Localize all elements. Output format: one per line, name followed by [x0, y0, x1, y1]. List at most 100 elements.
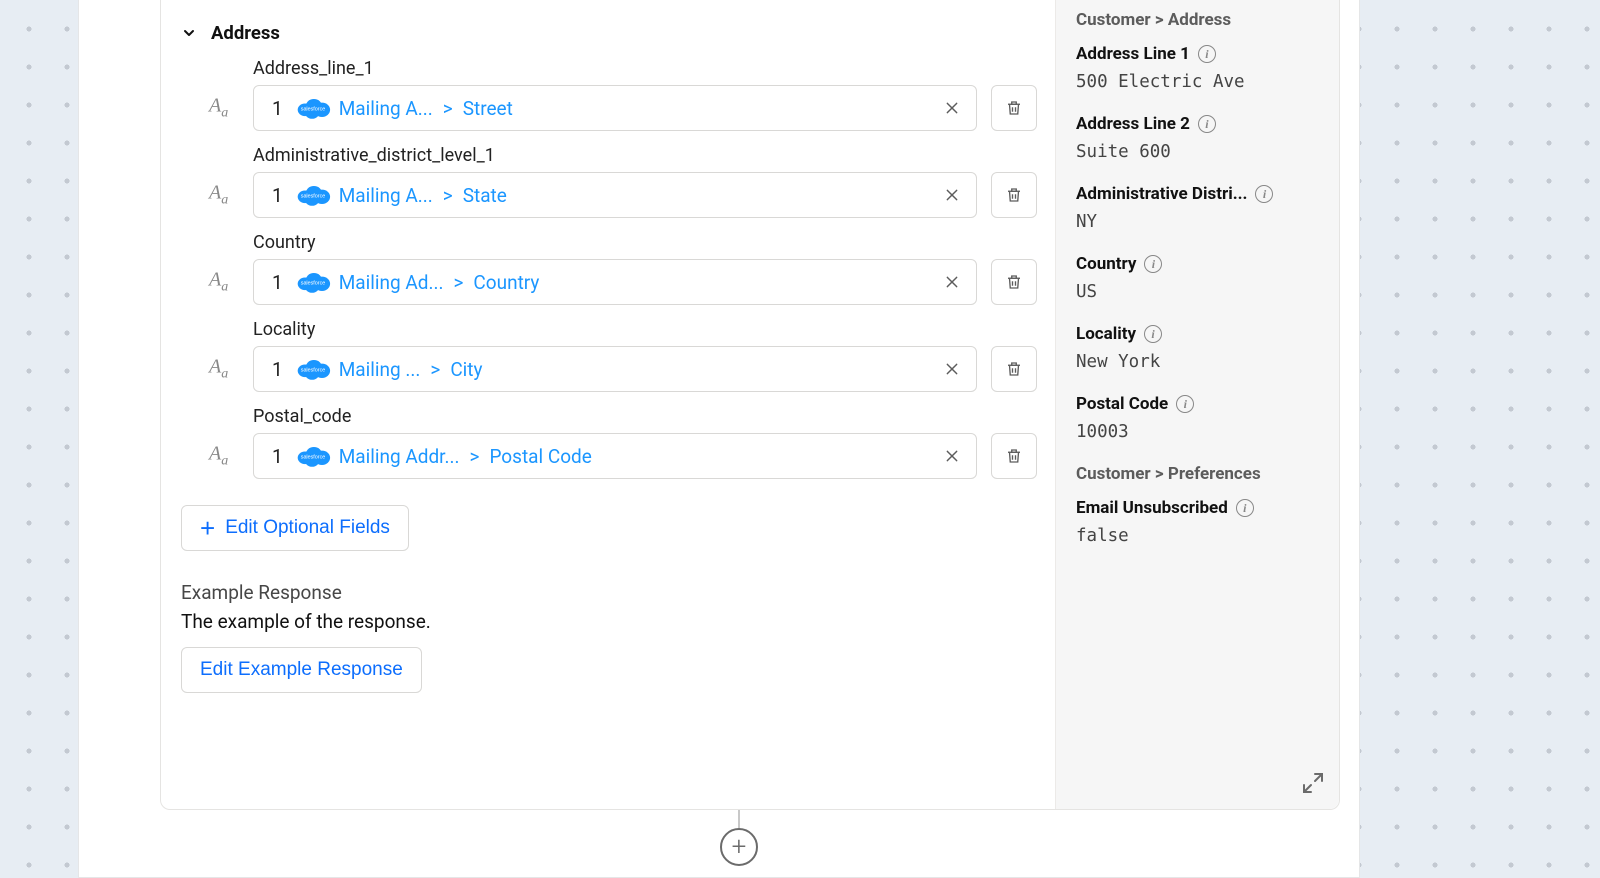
- preview-value: false: [1076, 526, 1319, 546]
- clear-mapping-button[interactable]: [938, 268, 966, 296]
- svg-text:salesforce: salesforce: [300, 107, 325, 113]
- edit-optional-label: Edit Optional Fields: [225, 517, 390, 539]
- field-label: Postal_code: [253, 406, 1037, 427]
- edit-example-label: Edit Example Response: [200, 659, 403, 681]
- preview-value: 10003: [1076, 422, 1319, 442]
- preview-label: Address Line 2: [1076, 114, 1190, 134]
- mapping-target: State: [463, 184, 507, 207]
- field-row: Aa 1 salesforce Mailing A... > State: [253, 172, 1037, 218]
- svg-text:salesforce: salesforce: [300, 194, 325, 200]
- salesforce-icon: salesforce: [295, 270, 331, 294]
- chevron-down-icon: [181, 25, 197, 41]
- mapping-target: Street: [463, 97, 513, 120]
- salesforce-icon: salesforce: [295, 96, 331, 120]
- clear-mapping-button[interactable]: [938, 355, 966, 383]
- salesforce-icon: salesforce: [295, 444, 331, 468]
- clear-mapping-button[interactable]: [938, 94, 966, 122]
- field-block: Country Aa 1 salesforce Mailing Ad... > …: [253, 232, 1037, 305]
- mapping-source: Mailing A...: [339, 184, 433, 207]
- preview-value: NY: [1076, 212, 1319, 232]
- expand-panel-button[interactable]: [1301, 771, 1325, 795]
- field-label: Address_line_1: [253, 58, 1037, 79]
- field-block: Administrative_district_level_1 Aa 1 sal…: [253, 145, 1037, 218]
- preview-label: Administrative Distri...: [1076, 184, 1247, 204]
- mapping-target: City: [450, 358, 482, 381]
- chevron-right-icon: >: [441, 97, 455, 120]
- field-row: Aa 1 salesforce Mailing ... > City: [253, 346, 1037, 392]
- preview-field-row: Address Line 1 i: [1076, 44, 1319, 64]
- chevron-right-icon: >: [451, 271, 465, 294]
- preview-field-row: Email Unsubscribed i: [1076, 498, 1319, 518]
- preview-field-row: Locality i: [1076, 324, 1319, 344]
- text-type-icon: Aa: [209, 356, 228, 383]
- mapping-input[interactable]: 1 salesforce Mailing Addr... > Postal Co…: [253, 433, 977, 479]
- edit-optional-fields-button[interactable]: + Edit Optional Fields: [181, 505, 409, 551]
- field-block: Address_line_1 Aa 1 salesforce Mailing A…: [253, 58, 1037, 131]
- info-icon[interactable]: i: [1255, 185, 1273, 203]
- field-block: Locality Aa 1 salesforce Mailing ... > C…: [253, 319, 1037, 392]
- field-label: Country: [253, 232, 1037, 253]
- mapping-target: Country: [473, 271, 539, 294]
- preview-field-row: Address Line 2 i: [1076, 114, 1319, 134]
- mapping-source: Mailing Addr...: [339, 445, 460, 468]
- text-type-icon: Aa: [209, 182, 228, 209]
- info-icon[interactable]: i: [1144, 255, 1162, 273]
- preview-label: Email Unsubscribed: [1076, 498, 1228, 518]
- info-icon[interactable]: i: [1198, 115, 1216, 133]
- section-title: Address: [211, 22, 280, 44]
- mapping-input[interactable]: 1 salesforce Mailing ... > City: [253, 346, 977, 392]
- mapping-left-pane: Address Address_line_1 Aa 1 salesforce M…: [161, 0, 1055, 809]
- section-header[interactable]: Address: [181, 22, 1037, 44]
- preview-label: Country: [1076, 254, 1136, 274]
- salesforce-icon: salesforce: [295, 357, 331, 381]
- preview-field-row: Country i: [1076, 254, 1319, 274]
- add-node-button[interactable]: +: [720, 828, 758, 866]
- field-label: Administrative_district_level_1: [253, 145, 1037, 166]
- example-heading: Example Response: [181, 581, 1037, 604]
- preview-breadcrumb: Customer > Preferences: [1076, 464, 1319, 484]
- field-block: Postal_code Aa 1 salesforce Mailing Addr…: [253, 406, 1037, 479]
- field-row: Aa 1 salesforce Mailing A... > Street: [253, 85, 1037, 131]
- delete-field-button[interactable]: [991, 259, 1037, 305]
- mapping-card: Address Address_line_1 Aa 1 salesforce M…: [160, 0, 1340, 810]
- mapping-index: 1: [264, 97, 287, 120]
- clear-mapping-button[interactable]: [938, 181, 966, 209]
- field-row: Aa 1 salesforce Mailing Addr... > Postal…: [253, 433, 1037, 479]
- mapping-index: 1: [264, 184, 287, 207]
- text-type-icon: Aa: [209, 443, 228, 470]
- connector-line: [738, 810, 740, 828]
- preview-value: New York: [1076, 352, 1319, 372]
- mapping-source: Mailing ...: [339, 358, 421, 381]
- example-desc: The example of the response.: [181, 610, 1037, 633]
- mapping-input[interactable]: 1 salesforce Mailing Ad... > Country: [253, 259, 977, 305]
- mapping-index: 1: [264, 445, 287, 468]
- preview-value: Suite 600: [1076, 142, 1319, 162]
- delete-field-button[interactable]: [991, 85, 1037, 131]
- clear-mapping-button[interactable]: [938, 442, 966, 470]
- info-icon[interactable]: i: [1176, 395, 1194, 413]
- delete-field-button[interactable]: [991, 346, 1037, 392]
- text-type-icon: Aa: [209, 95, 228, 122]
- preview-label: Address Line 1: [1076, 44, 1190, 64]
- edit-example-response-button[interactable]: Edit Example Response: [181, 647, 422, 693]
- chevron-right-icon: >: [468, 445, 482, 468]
- example-response-block: Example Response The example of the resp…: [181, 581, 1037, 693]
- mapping-input[interactable]: 1 salesforce Mailing A... > State: [253, 172, 977, 218]
- mapping-index: 1: [264, 271, 287, 294]
- field-label: Locality: [253, 319, 1037, 340]
- preview-field-row: Administrative Distri... i: [1076, 184, 1319, 204]
- mapping-target: Postal Code: [489, 445, 591, 468]
- mapping-source: Mailing Ad...: [339, 271, 444, 294]
- info-icon[interactable]: i: [1198, 45, 1216, 63]
- preview-label: Postal Code: [1076, 394, 1168, 414]
- mapping-index: 1: [264, 358, 287, 381]
- info-icon[interactable]: i: [1236, 499, 1254, 517]
- delete-field-button[interactable]: [991, 172, 1037, 218]
- svg-text:salesforce: salesforce: [300, 455, 325, 461]
- chevron-right-icon: >: [441, 184, 455, 207]
- delete-field-button[interactable]: [991, 433, 1037, 479]
- preview-pane: Customer > Address Address Line 1 i 500 …: [1055, 0, 1339, 809]
- mapping-input[interactable]: 1 salesforce Mailing A... > Street: [253, 85, 977, 131]
- info-icon[interactable]: i: [1144, 325, 1162, 343]
- preview-value: 500 Electric Ave: [1076, 72, 1319, 92]
